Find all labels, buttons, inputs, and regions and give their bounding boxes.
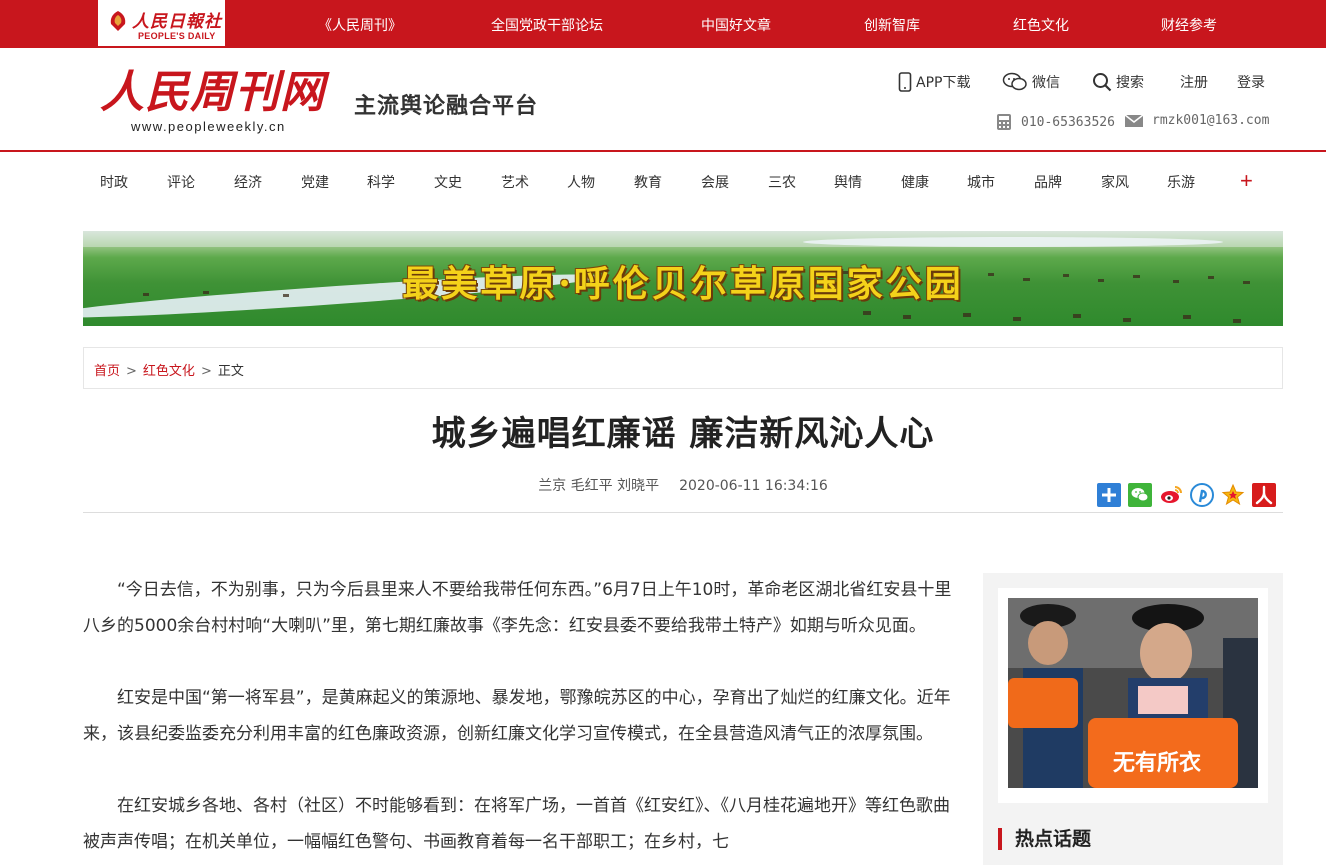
article-authors: 兰京 毛红平 刘晓平	[538, 478, 660, 494]
register-link[interactable]: 注册	[1180, 72, 1208, 92]
peoples-daily-logo-en: PEOPLE'S DAILY	[138, 31, 216, 41]
nav-item-culture-history[interactable]: 文史	[434, 172, 462, 192]
nav-item-commentary[interactable]: 评论	[167, 172, 195, 192]
top-link-red-culture[interactable]: 红色文化	[1013, 15, 1069, 35]
top-bar: 人民日報社 PEOPLE'S DAILY 《人民周刊》 全国党政干部论坛 中国好…	[0, 0, 1326, 48]
nav-item-people[interactable]: 人物	[567, 172, 595, 192]
article-title: 城乡遍唱红廉谣 廉洁新风沁人心	[431, 414, 935, 454]
article-datetime: 2020-06-11 16:34:16	[679, 478, 828, 494]
breadcrumb-separator: >	[200, 364, 212, 379]
site-slogan: 主流舆论融合平台	[354, 93, 539, 119]
email-address: rmzk001@163.com	[1152, 113, 1270, 128]
breadcrumb-home-link[interactable]: 首页	[94, 364, 120, 379]
article-header-divider	[83, 512, 1283, 513]
article-paragraph: “今日去信，不为别事，只为今后县里来人不要给我带任何东西。”6月7日上午10时，…	[83, 580, 952, 636]
nav-item-agriculture[interactable]: 三农	[768, 172, 796, 192]
nav-item-economy[interactable]: 经济	[234, 172, 262, 192]
banner-title: 最美草原·呼伦贝尔草原国家公园	[402, 263, 964, 305]
wechat-outline-icon	[1002, 72, 1027, 91]
article-paragraph: 红安是中国“第一将军县”，是黄麻起义的策源地、暴发地，鄂豫皖苏区的中心，孕育出了…	[83, 688, 951, 744]
bag-text: 无有所衣	[1113, 750, 1201, 776]
top-link-finance[interactable]: 财经参考	[1161, 15, 1217, 35]
renren-icon[interactable]	[1252, 483, 1276, 507]
peoples-daily-logo[interactable]: 人民日報社 PEOPLE'S DAILY	[98, 0, 225, 48]
top-link-good-articles[interactable]: 中国好文章	[701, 15, 771, 35]
phone-number: 010-65363526	[1021, 114, 1115, 130]
villagers-with-bags-illustration: 无有所衣	[1008, 598, 1258, 788]
nav-item-health[interactable]: 健康	[901, 172, 929, 192]
pinterest-icon[interactable]	[1190, 483, 1214, 507]
article-paragraph: 在红安城乡各地、各村（社区）不时能够看到：在将军广场，一首首《红安红》、《八月桂…	[83, 796, 950, 852]
top-link-think-tank[interactable]: 创新智库	[864, 15, 920, 35]
nav-item-exhibition[interactable]: 会展	[701, 172, 729, 192]
site-url: www.peopleweekly.cn	[131, 119, 286, 134]
peoples-daily-logo-cn: 人民日報社	[132, 12, 222, 32]
nav-item-party-building[interactable]: 党建	[301, 172, 329, 192]
wechat-icon[interactable]	[1128, 483, 1152, 507]
register-label: 注册	[1180, 75, 1208, 91]
nav-item-brand[interactable]: 品牌	[1034, 172, 1062, 192]
nav-item-education[interactable]: 教育	[634, 172, 662, 192]
breadcrumb-category-link[interactable]: 红色文化	[143, 364, 195, 379]
breadcrumb: 首页 > 红色文化 > 正文	[83, 347, 1283, 389]
share-plus-icon[interactable]	[1097, 483, 1121, 507]
sidebar-photo-image: 无有所衣	[1008, 598, 1258, 788]
nav-item-public-opinion[interactable]: 舆情	[834, 172, 862, 192]
nav-item-family-tradition[interactable]: 家风	[1101, 172, 1129, 192]
top-link-cadre-forum[interactable]: 全国党政干部论坛	[491, 15, 603, 35]
search-link[interactable]: 搜索	[1092, 72, 1144, 92]
envelope-icon	[1124, 113, 1144, 127]
sidebar: 无有所衣 热点话题	[983, 573, 1283, 865]
search-label: 搜索	[1116, 75, 1144, 91]
app-download-link[interactable]: APP下载	[898, 72, 970, 92]
nav-item-travel[interactable]: 乐游	[1167, 172, 1195, 192]
mobile-phone-icon	[898, 72, 912, 92]
contact-phone: 010-65363526	[995, 113, 1115, 131]
hot-topics-heading: 热点话题	[998, 828, 1091, 850]
sidebar-feature-photo[interactable]: 无有所衣	[998, 588, 1268, 803]
top-link-peoples-weekly[interactable]: 《人民周刊》	[318, 15, 402, 35]
share-bar	[1097, 483, 1276, 507]
wechat-link[interactable]: 微信	[1002, 72, 1060, 92]
peoples-daily-emblem-icon	[110, 11, 126, 31]
breadcrumb-current: 正文	[217, 364, 244, 379]
header-divider	[0, 150, 1326, 152]
grassland-banner[interactable]: 最美草原·呼伦贝尔草原国家公园	[83, 231, 1283, 326]
login-link[interactable]: 登录	[1237, 72, 1265, 92]
nav-item-city[interactable]: 城市	[967, 172, 995, 192]
telephone-icon	[997, 114, 1011, 130]
favorite-star-icon[interactable]	[1221, 483, 1245, 507]
nav-item-science[interactable]: 科学	[367, 172, 395, 192]
weibo-icon[interactable]	[1159, 483, 1183, 507]
nav-item-politics[interactable]: 时政	[100, 172, 128, 192]
site-logo-title[interactable]: 人民周刊网	[100, 68, 325, 118]
search-icon	[1093, 73, 1112, 92]
login-label: 登录	[1237, 75, 1265, 91]
contact-email[interactable]: rmzk001@163.com	[1124, 113, 1269, 128]
app-download-label: APP下载	[916, 75, 971, 91]
nav-item-art[interactable]: 艺术	[501, 172, 529, 192]
wechat-label: 微信	[1032, 75, 1060, 91]
nav-more-plus-icon[interactable]: +	[1240, 170, 1253, 192]
breadcrumb-separator: >	[126, 364, 137, 379]
